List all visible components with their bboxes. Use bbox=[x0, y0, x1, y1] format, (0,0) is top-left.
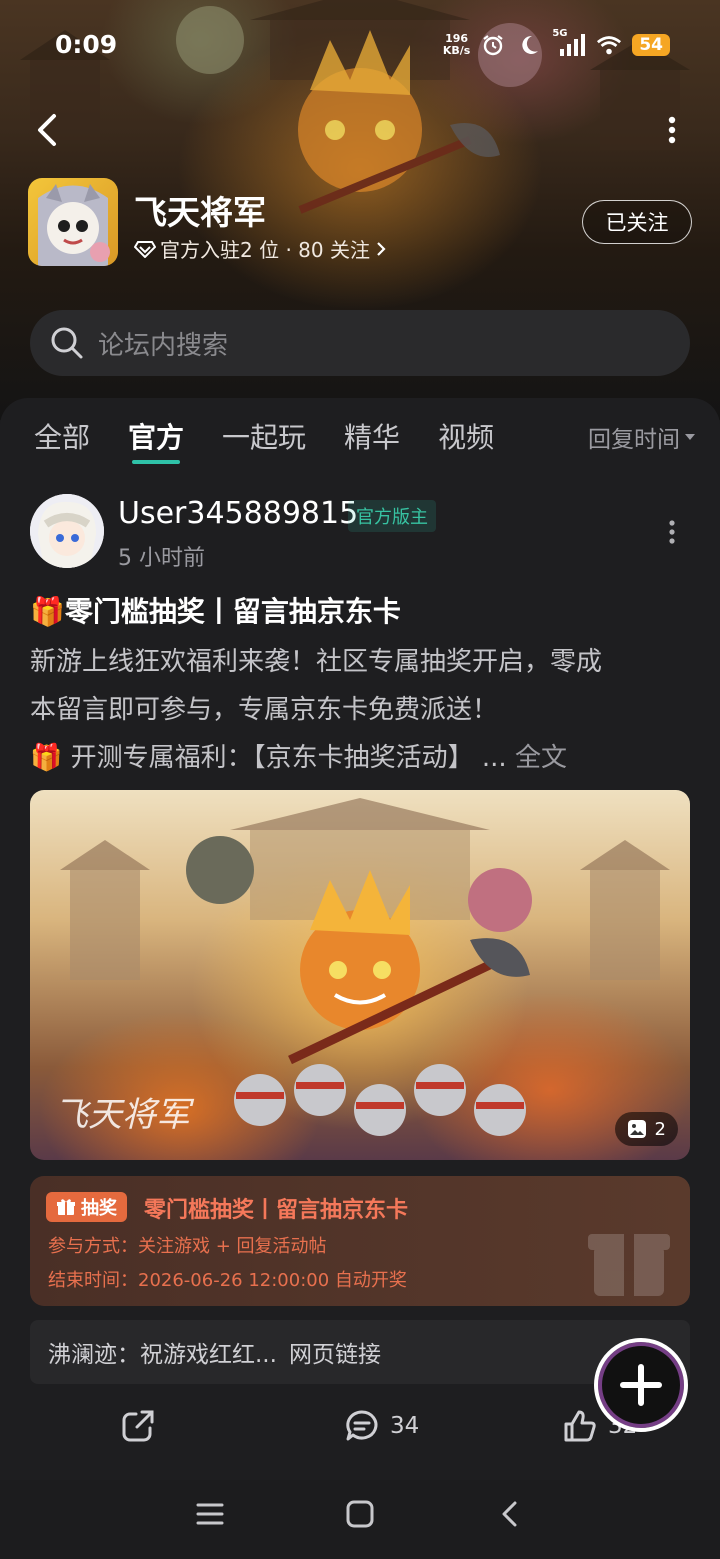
post-title[interactable]: 🎁零门槛抽奖丨留言抽京东卡 bbox=[30, 590, 401, 630]
post-body-line: 🎁 开测专属福利：【京东卡抽奖活动】 ... 全文 bbox=[30, 743, 567, 773]
forum-content-panel: 全部 官方 一起玩 精华 视频 回复时间 User345889815 官方版主 … bbox=[0, 398, 720, 1559]
tab-all[interactable]: 全部 bbox=[34, 416, 90, 456]
post-author[interactable]: User345889815 bbox=[118, 496, 358, 531]
post-more-button[interactable] bbox=[668, 520, 676, 544]
comment-preview[interactable]: 沸澜迹：祝游戏红红... 网页链接 bbox=[30, 1320, 690, 1384]
category-tabs: 全部 官方 一起玩 精华 视频 bbox=[34, 416, 494, 464]
post-body-line: 本留言即可参与，专属京东卡免费派送！ bbox=[30, 695, 499, 725]
plus-icon bbox=[620, 1364, 662, 1406]
moon-icon bbox=[516, 32, 542, 58]
chevron-left-icon bbox=[38, 114, 56, 146]
lottery-end-time: 结束时间：2026-06-26 12:00:00 自动开奖 bbox=[48, 1270, 407, 1291]
tab-video[interactable]: 视频 bbox=[438, 416, 494, 456]
status-bar: 0:09 196 KB/s 5G 54 bbox=[0, 28, 720, 64]
sort-dropdown[interactable]: 回复时间 bbox=[588, 420, 696, 454]
image-watermark: 飞天将军 bbox=[54, 1095, 190, 1135]
back-button[interactable] bbox=[30, 110, 66, 150]
image-count-badge: 2 bbox=[614, 1112, 678, 1146]
alarm-icon bbox=[480, 32, 506, 58]
comment-text: 沸澜迹：祝游戏红红... bbox=[48, 1342, 277, 1368]
search-icon bbox=[51, 327, 83, 359]
game-info: 飞天将军 官方入驻2 位 · 80 关注 已关注 bbox=[28, 178, 692, 268]
post-header: User345889815 官方版主 5 小时前 bbox=[30, 494, 690, 574]
caret-down-icon bbox=[685, 434, 695, 440]
search-bar[interactable]: 论坛内搜索 bbox=[30, 310, 690, 376]
post-body-line: 新游上线狂欢福利来袭！社区专属抽奖开启，零成 bbox=[30, 647, 603, 677]
game-icon[interactable] bbox=[28, 178, 118, 266]
post-time: 5 小时前 bbox=[118, 546, 205, 571]
thumbs-up-icon bbox=[564, 1410, 596, 1442]
menu-icon bbox=[196, 1503, 224, 1525]
lottery-tag: 抽奖 bbox=[46, 1192, 127, 1222]
home-button[interactable] bbox=[340, 1494, 380, 1534]
tab-featured[interactable]: 精华 bbox=[344, 416, 400, 456]
wifi-icon bbox=[596, 32, 622, 58]
gift-icon bbox=[588, 1234, 670, 1296]
post-image[interactable]: 飞天将军 2 bbox=[30, 790, 690, 1160]
battery-indicator: 54 bbox=[632, 34, 670, 56]
chevron-right-icon bbox=[377, 241, 386, 256]
status-time: 0:09 bbox=[55, 30, 118, 59]
tab-official[interactable]: 官方 bbox=[128, 416, 184, 464]
system-navigation-bar bbox=[0, 1480, 720, 1559]
more-vertical-icon bbox=[668, 116, 676, 144]
network-speed: 196 KB/s bbox=[442, 32, 471, 57]
game-meta-text: 官方入驻2 位 · 80 关注 bbox=[160, 238, 370, 262]
lottery-title: 零门槛抽奖丨留言抽京东卡 bbox=[144, 1198, 409, 1223]
status-icons: 196 KB/s 5G 54 bbox=[442, 28, 670, 58]
moderator-badge: 官方版主 bbox=[348, 500, 436, 532]
comment-link[interactable]: 网页链接 bbox=[289, 1335, 381, 1369]
more-vertical-icon bbox=[669, 520, 675, 544]
lottery-card[interactable]: 抽奖 零门槛抽奖丨留言抽京东卡 参与方式：关注游戏 + 回复活动帖 结束时间：2… bbox=[30, 1176, 690, 1306]
chevron-left-icon bbox=[502, 1501, 517, 1527]
create-post-button[interactable] bbox=[594, 1338, 688, 1432]
image-icon bbox=[627, 1120, 646, 1138]
search-input[interactable]: 论坛内搜索 bbox=[98, 325, 228, 362]
diamond-icon bbox=[134, 240, 156, 258]
share-icon bbox=[122, 1410, 154, 1442]
tab-play-together[interactable]: 一起玩 bbox=[222, 416, 306, 456]
lottery-join-method: 参与方式：关注游戏 + 回复活动帖 bbox=[48, 1236, 327, 1257]
forum-header: 0:09 196 KB/s 5G 54 飞天将军 官方入驻2 位 · 80 关注… bbox=[0, 0, 720, 420]
more-options-button[interactable] bbox=[662, 112, 682, 148]
system-back-button[interactable] bbox=[490, 1494, 530, 1534]
avatar[interactable] bbox=[30, 494, 104, 568]
post-body[interactable]: 新游上线狂欢福利来袭！社区专属抽奖开启，零成 本留言即可参与，专属京东卡免费派送… bbox=[30, 638, 690, 782]
comment-count: 34 bbox=[390, 1413, 420, 1439]
game-meta-link[interactable]: 官方入驻2 位 · 80 关注 bbox=[134, 234, 388, 263]
full-text-link[interactable]: 全文 bbox=[515, 743, 567, 773]
follow-button[interactable]: 已关注 bbox=[582, 200, 692, 244]
comment-button[interactable]: 34 bbox=[344, 1408, 419, 1444]
comment-icon bbox=[346, 1410, 378, 1441]
share-button[interactable] bbox=[120, 1408, 156, 1444]
cellular-signal-icon: 5G bbox=[552, 28, 586, 58]
recent-apps-button[interactable] bbox=[190, 1494, 230, 1534]
square-icon bbox=[346, 1500, 374, 1528]
gift-icon bbox=[57, 1199, 75, 1215]
game-name: 飞天将军 bbox=[134, 193, 266, 232]
sort-label: 回复时间 bbox=[588, 427, 680, 453]
